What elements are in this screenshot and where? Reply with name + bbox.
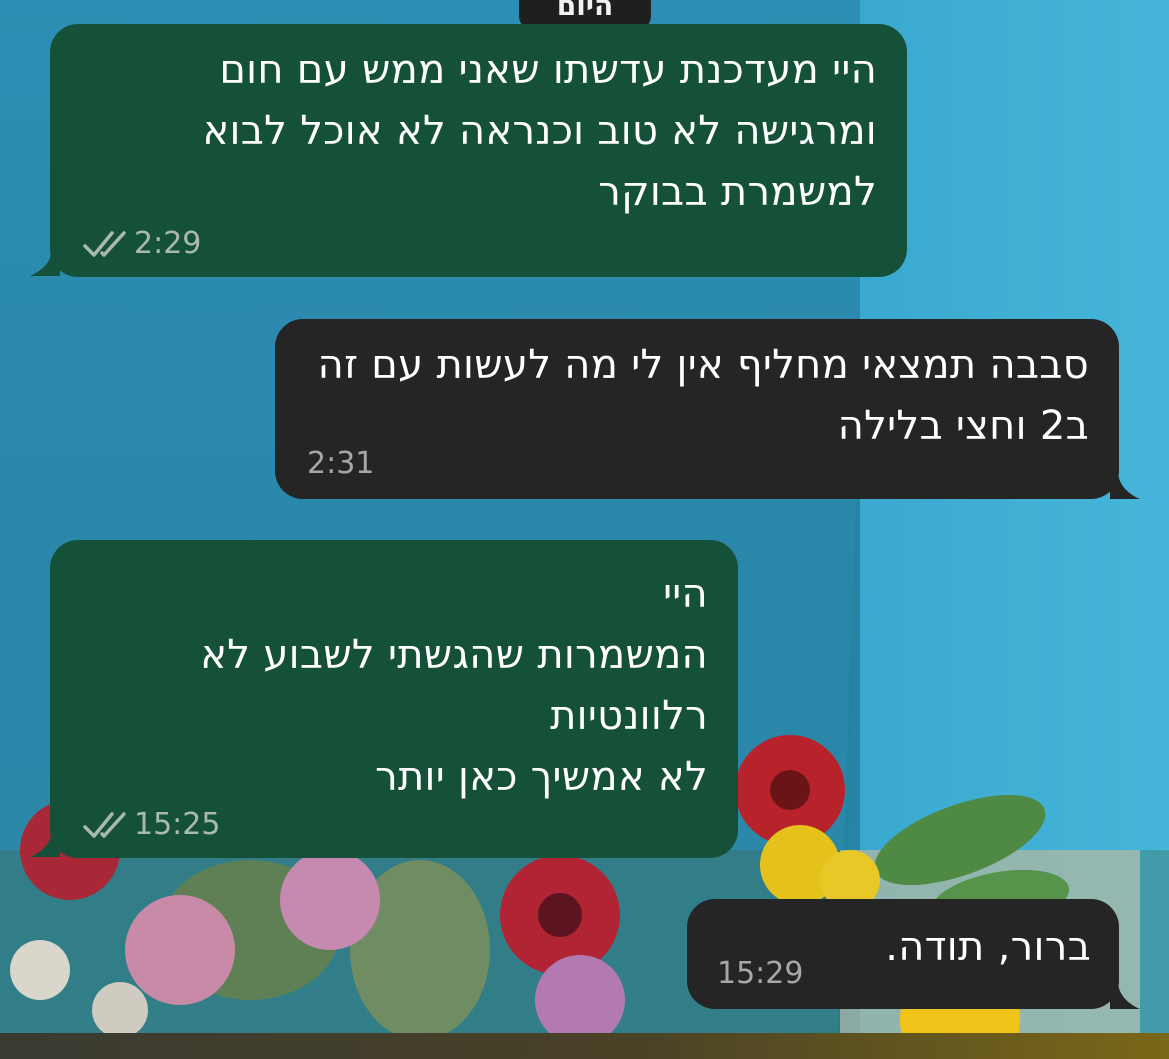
- message-text: היי מעדכנת עדשתו שאני ממש עם חום ומרגישה…: [202, 47, 877, 215]
- message-bubble-outgoing[interactable]: היי מעדכנת עדשתו שאני ממש עם חום ומרגישה…: [50, 24, 907, 277]
- message-time: 2:29: [134, 226, 202, 261]
- message-text: היי המשמרות שהגשתי לשבוע לא רלוונטיות לא…: [200, 571, 708, 800]
- bottom-bar: [0, 1033, 1169, 1059]
- message-text: סבבה תמצאי מחליף אין לי מה לעשות עם זה ב…: [317, 342, 1089, 449]
- message-bubble-outgoing[interactable]: היי המשמרות שהגשתי לשבוע לא רלוונטיות לא…: [50, 540, 738, 858]
- message-time: 2:31: [307, 446, 375, 481]
- message-bubble-incoming[interactable]: ברור, תודה. 15:29: [687, 899, 1119, 1009]
- message-meta: 15:25: [82, 807, 220, 842]
- double-check-icon: [83, 230, 126, 257]
- double-check-icon: [83, 811, 126, 838]
- message-meta: 15:29: [717, 956, 803, 991]
- message-meta: 2:31: [307, 446, 374, 481]
- message-time: 15:29: [717, 956, 804, 991]
- message-meta: 2:29: [82, 226, 201, 261]
- message-bubble-incoming[interactable]: סבבה תמצאי מחליף אין לי מה לעשות עם זה ב…: [275, 319, 1119, 499]
- message-time: 15:25: [134, 807, 221, 842]
